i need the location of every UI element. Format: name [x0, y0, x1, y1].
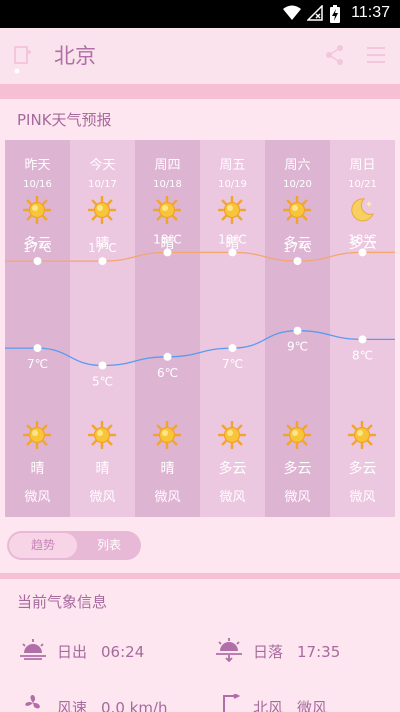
- high-temp-label: 17℃: [283, 241, 312, 255]
- tab-list[interactable]: 列表: [77, 531, 141, 560]
- low-temp-point: [33, 344, 42, 353]
- high-temp-label: 17℃: [88, 241, 117, 255]
- temperature-chart: 17℃ 17℃ 18℃ 18℃ 17℃ 18℃ 7℃ 5℃ 6℃ 7℃ 9℃ 8℃: [5, 232, 395, 389]
- low-temp-line: [5, 330, 395, 367]
- city-title[interactable]: 北京: [54, 40, 96, 70]
- high-temp-point: [293, 257, 302, 266]
- divider: [0, 84, 400, 99]
- divider: [0, 573, 400, 579]
- low-temp-point: [358, 335, 367, 344]
- add-city-icon[interactable]: [12, 44, 34, 74]
- high-temp-point: [358, 248, 367, 257]
- low-temp-label: 5℃: [92, 375, 113, 389]
- sunset-value: 17:35: [297, 643, 341, 661]
- winddir-value: 微风: [297, 699, 328, 712]
- low-temp-point: [163, 352, 172, 361]
- low-temp-label: 6℃: [157, 366, 178, 380]
- wind-direction-icon: [223, 694, 241, 712]
- app-bar: 北京: [0, 28, 400, 84]
- wifi-icon: [283, 5, 301, 20]
- high-temp-label: 18℃: [153, 232, 182, 246]
- forecast-panel: 昨天 10/16 多云 晴 微风 今天 10/17 晴 晴 微风 周四 10/1…: [5, 140, 395, 517]
- sunrise-info: 日出 06:24: [57, 641, 144, 662]
- status-time: 11:37: [351, 4, 390, 21]
- low-temp-point: [228, 344, 237, 353]
- sunrise-label: 日出: [57, 643, 88, 661]
- tab-trend[interactable]: 趋势: [9, 533, 77, 558]
- low-temp-label: 9℃: [287, 340, 308, 354]
- sunset-label: 日落: [253, 643, 284, 661]
- battery-charging-icon: [330, 5, 340, 23]
- low-temp-point: [98, 361, 107, 370]
- sunset-icon: [216, 638, 242, 662]
- sunrise-icon: [20, 639, 46, 660]
- share-icon[interactable]: [325, 44, 345, 66]
- winddir-info: 北风 微风: [253, 697, 327, 712]
- high-temp-point: [98, 257, 107, 266]
- fan-icon: [25, 694, 40, 709]
- windspeed-info: 风速 0.0 km/h: [57, 697, 168, 712]
- view-toggle: 趋势 列表: [7, 531, 141, 560]
- winddir-label: 北风: [253, 699, 284, 712]
- low-temp-label: 7℃: [222, 357, 243, 371]
- status-bar: 11:37: [0, 0, 400, 28]
- high-temp-line: [5, 251, 395, 262]
- sunset-info: 日落 17:35: [253, 641, 340, 662]
- signal-off-icon: [307, 5, 323, 21]
- low-temp-point: [293, 326, 302, 335]
- high-temp-point: [228, 248, 237, 257]
- windspeed-value: 0.0 km/h: [101, 699, 168, 712]
- high-temp-point: [163, 248, 172, 257]
- forecast-title: PINK天气预报: [17, 111, 112, 129]
- sunrise-value: 06:24: [101, 643, 145, 661]
- low-temp-label: 7℃: [27, 357, 48, 371]
- windspeed-label: 风速: [57, 699, 88, 712]
- high-temp-label: 17℃: [23, 241, 52, 255]
- low-temp-label: 8℃: [352, 348, 373, 362]
- high-temp-label: 18℃: [348, 232, 377, 246]
- menu-icon[interactable]: [366, 46, 386, 64]
- current-title: 当前气象信息: [17, 593, 108, 611]
- high-temp-label: 18℃: [218, 232, 247, 246]
- high-temp-point: [33, 257, 42, 266]
